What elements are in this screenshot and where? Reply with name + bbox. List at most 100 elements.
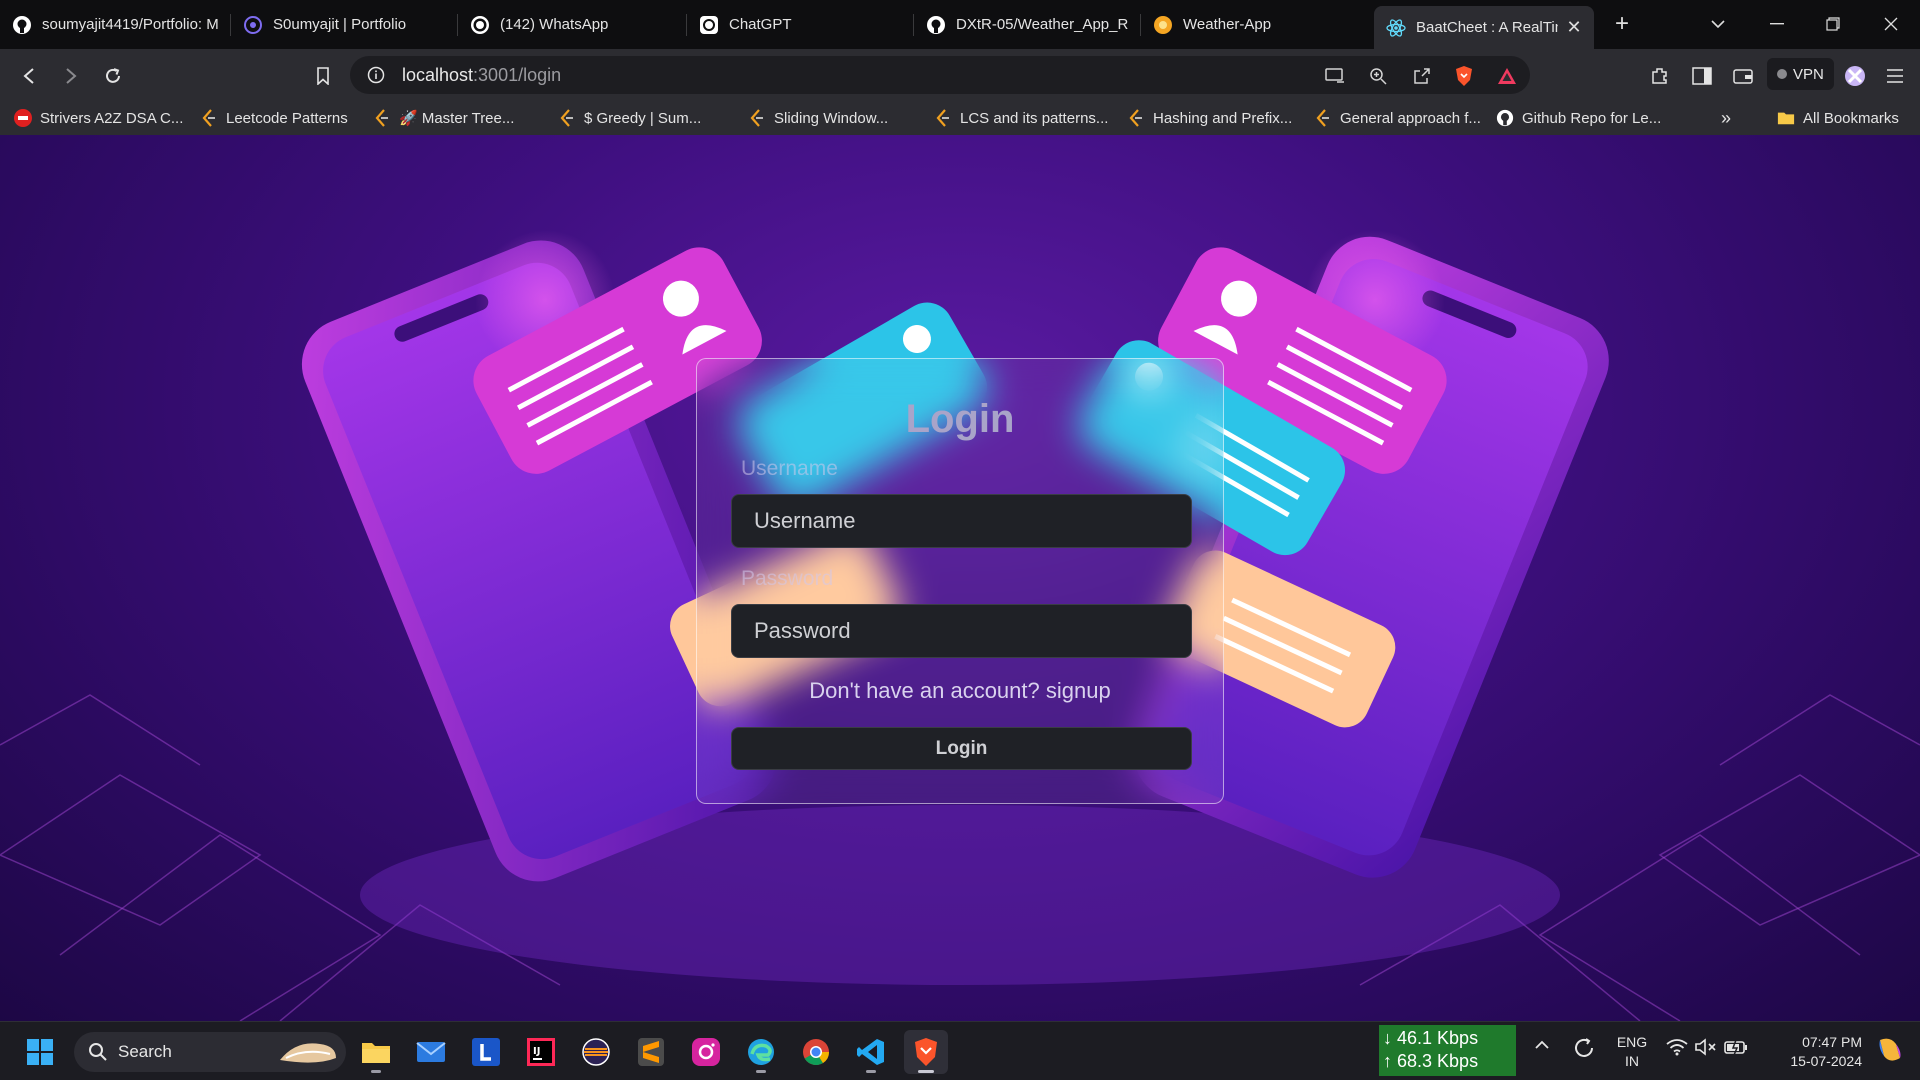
back-icon[interactable] [14,61,44,91]
bookmark-general-approach[interactable]: General approach f... [1314,107,1481,129]
github-icon [1496,109,1514,127]
leetcode-icon [558,109,576,127]
sublime-icon[interactable] [629,1030,673,1074]
bookmark-label: Strivers A2Z DSA C... [40,109,184,127]
menu-icon[interactable] [1880,61,1910,91]
download-speed: ↓ 46.1 Kbps [1383,1028,1479,1048]
bookmark-label: Sliding Window... [774,109,889,127]
wallet-icon[interactable] [1728,61,1758,91]
bookmark-leetcode-patterns[interactable]: Leetcode Patterns [200,107,348,129]
brave-icon[interactable] [904,1030,948,1074]
bookmark-label: 🚀 Master Tree... [399,110,515,127]
login-card: Login Username Password Don't have an ac… [696,358,1224,804]
bookmark-hashing[interactable]: Hashing and Prefix... [1127,107,1292,129]
password-label: Password [741,567,834,590]
username-label: Username [741,457,838,480]
github-icon [12,15,32,35]
bookmark-label: LCS and its patterns... [960,109,1109,127]
copilot-icon[interactable] [1874,1034,1906,1066]
vpn-button[interactable]: VPN [1767,58,1834,90]
bookmark-label: General approach f... [1340,109,1481,127]
weather-icon [1153,15,1173,35]
site-info-icon[interactable] [366,65,386,85]
l-app-icon[interactable] [464,1030,508,1074]
leetcode-icon [200,109,218,127]
reload-icon[interactable] [98,61,128,91]
more-bookmarks-icon[interactable]: » [1721,107,1731,129]
taskbar-clock[interactable]: 07:47 PM 15-07-2024 [1762,1033,1862,1071]
sidebar-icon[interactable] [1687,61,1717,91]
address-bar[interactable]: localhost:3001/login [350,56,1530,94]
close-window-icon[interactable] [1871,8,1911,40]
instagram-icon[interactable] [684,1030,728,1074]
all-bookmarks[interactable]: All Bookmarks [1777,107,1899,129]
bookmarks-bar: Strivers A2Z DSA C... Leetcode Patterns … [0,101,1920,135]
region-code: IN [1625,1053,1639,1069]
brave-shields-icon[interactable] [1453,65,1475,87]
battery-icon[interactable] [1724,1038,1748,1056]
browser-toolbar: localhost:3001/login VPN [0,49,1920,101]
vpn-label: VPN [1793,65,1824,83]
new-tab-button[interactable]: + [1602,8,1642,40]
leo-ai-icon[interactable] [1840,61,1870,91]
tab-weather-repo[interactable]: DXtR-05/Weather_App_Re [914,6,1140,43]
bookmark-icon[interactable] [308,61,338,91]
signup-prompt: Don't have an account? signup [697,678,1223,704]
bookmark-label: $ Greedy | Sum... [584,109,702,127]
upload-speed: ↑ 68.3 Kbps [1383,1051,1479,1071]
clock-time: 07:47 PM [1802,1034,1862,1050]
tab-label: Weather-App [1183,16,1272,33]
tab-github-portfolio[interactable]: soumyajit4419/Portfolio: M [0,6,230,43]
bookmark-master-tree[interactable]: 🚀 Master Tree... [373,107,514,129]
bookmark-sliding-window[interactable]: Sliding Window... [748,107,888,129]
edge-icon[interactable] [739,1030,783,1074]
bookmark-lcs[interactable]: LCS and its patterns... [934,107,1108,129]
username-input[interactable] [731,494,1192,548]
react-icon [1386,18,1406,38]
forward-icon[interactable] [56,61,86,91]
bookmark-label: All Bookmarks [1803,109,1899,127]
intellij-icon[interactable]: IJ [519,1030,563,1074]
brave-rewards-icon[interactable] [1496,65,1518,87]
wifi-icon[interactable] [1666,1038,1688,1056]
bookmark-github-repo[interactable]: Github Repo for Le... [1496,107,1661,129]
tab-baatcheet[interactable]: BaatCheet : A RealTim ✕ [1374,6,1594,49]
bookmark-strivers[interactable]: Strivers A2Z DSA C... [14,107,183,129]
tab-whatsapp[interactable]: (142) WhatsApp [458,6,686,43]
cast-icon[interactable] [1324,65,1346,87]
network-speed-meter: ↓ 46.1 Kbps ↑ 68.3 Kbps [1379,1025,1516,1076]
language-indicator[interactable]: ENG IN [1612,1033,1652,1071]
mail-icon[interactable] [409,1030,453,1074]
url-text[interactable]: localhost:3001/login [402,65,561,86]
restore-icon[interactable] [1813,8,1853,40]
file-explorer-icon[interactable] [354,1030,398,1074]
zoom-icon[interactable] [1367,65,1389,87]
tab-chatgpt[interactable]: ChatGPT [687,6,913,43]
windows-start-icon[interactable] [18,1030,62,1074]
tray-chevron-up-icon[interactable] [1534,1040,1550,1050]
minimize-icon[interactable] [1757,8,1797,40]
vscode-icon[interactable] [849,1030,893,1074]
signup-prefix: Don't have an account? [809,678,1046,703]
extensions-icon[interactable] [1645,61,1675,91]
tab-label: DXtR-05/Weather_App_Re [956,16,1128,33]
password-input[interactable] [731,604,1192,658]
sync-icon[interactable] [1572,1036,1596,1060]
tab-label: S0umyajit | Portfolio [273,16,407,33]
tab-label: ChatGPT [729,16,792,33]
login-title: Login [905,397,1015,441]
chatgpt-icon [699,15,719,35]
github-icon [926,15,946,35]
taskbar-search[interactable]: Search [74,1032,346,1072]
eclipse-icon[interactable] [574,1030,618,1074]
tab-weather-app[interactable]: Weather-App [1141,6,1367,43]
close-tab-icon[interactable]: ✕ [1566,17,1582,38]
tab-search-chevron-icon[interactable] [1698,8,1738,40]
volume-muted-icon[interactable] [1695,1038,1717,1056]
share-icon[interactable] [1411,65,1433,87]
login-button[interactable]: Login [731,727,1192,770]
tab-portfolio[interactable]: S0umyajit | Portfolio [231,6,457,43]
signup-link[interactable]: signup [1046,678,1111,703]
chrome-icon[interactable] [794,1030,838,1074]
bookmark-greedy[interactable]: $ Greedy | Sum... [558,107,701,129]
